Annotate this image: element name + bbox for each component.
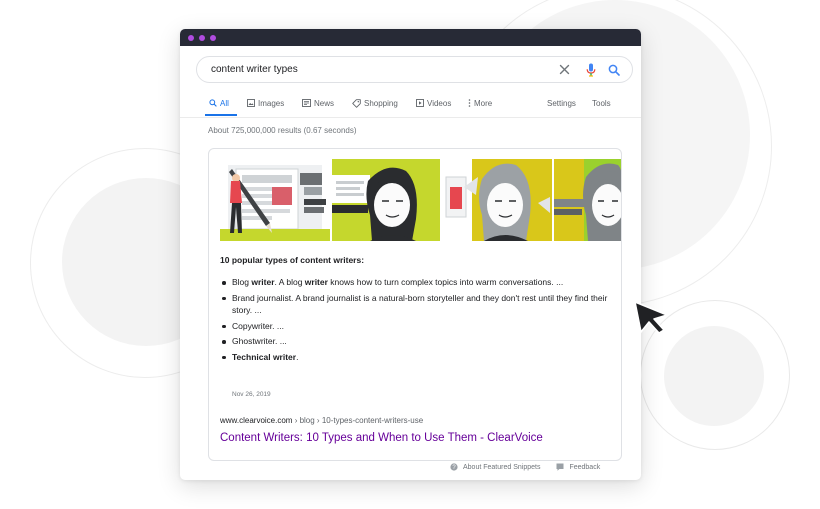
- item-text: Ghostwriter. ...: [232, 336, 287, 346]
- item-text: .: [296, 351, 299, 362]
- window-maximize-dot[interactable]: [210, 34, 216, 41]
- tabs-divider: [180, 117, 641, 118]
- tag-icon: [352, 98, 361, 108]
- close-icon[interactable]: [556, 62, 572, 78]
- window-close-dot[interactable]: [188, 34, 194, 41]
- microphone-icon[interactable]: [583, 62, 599, 78]
- snippet-footer: ? About Featured Snippets Feedback: [450, 463, 600, 471]
- item-text: Blog: [232, 277, 252, 287]
- tab-label: All: [220, 98, 229, 108]
- about-featured-snippets-link[interactable]: About Featured Snippets: [463, 464, 540, 471]
- search-tabs: All Images News Shopping Videos More Set…: [205, 96, 616, 116]
- list-item: Blog writer. A blog writer knows how to …: [220, 276, 608, 289]
- tab-images[interactable]: Images: [247, 96, 284, 110]
- settings-label: Settings: [547, 98, 576, 108]
- tab-more[interactable]: More: [468, 96, 492, 110]
- result-title-link[interactable]: Content Writers: 10 Types and When to Us…: [220, 432, 543, 444]
- window-titlebar: [180, 29, 641, 46]
- tab-label: News: [314, 98, 335, 108]
- featured-snippet-card: 10 popular types of content writers: Blo…: [208, 148, 622, 461]
- tab-label: Images: [258, 98, 285, 108]
- snippet-date: Nov 26, 2019: [232, 391, 271, 398]
- results-stats: About 725,000,000 results (0.67 seconds): [208, 126, 357, 135]
- tab-shopping[interactable]: Shopping: [352, 96, 398, 110]
- tab-label: Videos: [427, 98, 452, 108]
- url-domain: www.clearvoice.com: [220, 416, 293, 425]
- url-breadcrumb: › blog › 10-types-content-writers-use: [292, 416, 424, 425]
- tab-label: Shopping: [364, 98, 398, 108]
- stage: content writer types All Images News Sho…: [0, 0, 820, 509]
- tab-news[interactable]: News: [302, 96, 334, 110]
- snippet-illustration[interactable]: [220, 159, 622, 241]
- more-vertical-icon: [468, 99, 471, 107]
- item-text: . A blog: [274, 277, 305, 287]
- active-tab-indicator: [205, 114, 237, 116]
- search-box[interactable]: content writer types: [196, 56, 633, 83]
- tools-label: Tools: [592, 98, 611, 108]
- item-bold: writer: [251, 277, 275, 287]
- tab-all[interactable]: All: [205, 96, 237, 116]
- result-url[interactable]: www.clearvoice.com › blog › 10-types-con…: [220, 416, 423, 425]
- list-item: Copywriter. ...: [220, 320, 608, 333]
- feedback-link[interactable]: Feedback: [569, 464, 600, 471]
- tools-link[interactable]: Tools: [592, 96, 611, 110]
- help-icon: ?: [450, 463, 458, 471]
- search-icon: [209, 99, 217, 107]
- list-item: Ghostwriter. ...: [220, 335, 608, 348]
- feedback-icon: [556, 463, 564, 471]
- background-circle: [664, 326, 764, 426]
- list-item: Technical writer.: [220, 351, 608, 364]
- item-bold: writer: [304, 277, 328, 287]
- item-text: Copywriter. ...: [232, 320, 284, 331]
- snippet-heading: 10 popular types of content writers:: [220, 255, 365, 265]
- item-text: knows how to turn complex topics into wa…: [327, 277, 564, 287]
- search-icon[interactable]: [606, 62, 622, 78]
- list-item: Brand journalist. A brand journalist is …: [220, 292, 608, 317]
- search-input[interactable]: content writer types: [211, 64, 547, 75]
- image-icon: [247, 99, 255, 107]
- snippet-list: Blog writer. A blog writer knows how to …: [220, 276, 608, 366]
- news-icon: [302, 99, 311, 107]
- browser-window: content writer types All Images News Sho…: [180, 29, 641, 480]
- item-bold: Technical writer: [232, 351, 297, 362]
- item-text: Brand journalist. A brand journalist is …: [232, 292, 608, 316]
- settings-link[interactable]: Settings: [547, 96, 576, 110]
- play-icon: [416, 99, 424, 107]
- tab-videos[interactable]: Videos: [416, 96, 451, 110]
- mouse-cursor-icon: [634, 301, 668, 334]
- window-minimize-dot[interactable]: [199, 34, 205, 41]
- tab-label: More: [474, 98, 493, 108]
